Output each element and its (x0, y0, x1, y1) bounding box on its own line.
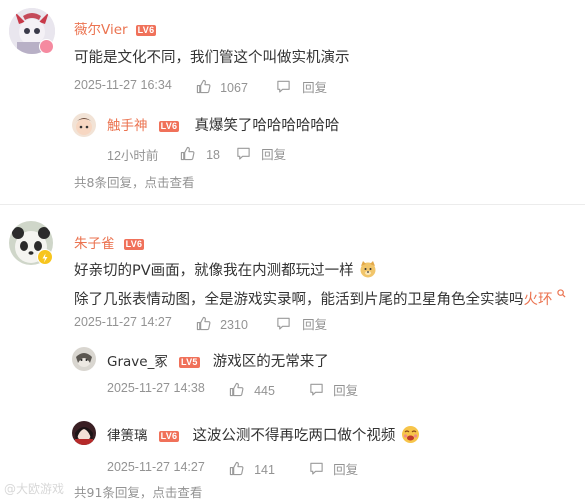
username[interactable]: 薇尔Vier (74, 22, 128, 38)
like-count: 1067 (220, 81, 248, 95)
comment-text-line: 除了几张表情动图，全是游戏实录啊，能活到片尾的卫星角色全实装吗 (74, 292, 524, 308)
doge-emoji-icon (359, 260, 377, 278)
avatar-image (72, 113, 96, 137)
level-badge: LV6 (158, 431, 180, 442)
reply-button[interactable]: 回复 (276, 77, 327, 96)
avatar-image (72, 421, 96, 445)
avatar[interactable] (72, 113, 96, 137)
thumbs-up-icon (229, 461, 244, 476)
thumbs-up-icon (196, 316, 211, 331)
comment-item: 朱子雀 LV6 好亲切的PV画面，就像我在内测都玩过一样 除了几张表情动图，全是… (0, 205, 585, 502)
reply-button[interactable]: 回复 (309, 459, 358, 478)
watermark-text: @大欧游戏 (4, 482, 65, 496)
reply-item: Grave_冢 LV5 游戏区的无常来了 2025-11-27 14:38 44… (72, 344, 572, 404)
avatar-image (72, 347, 96, 371)
reply-button[interactable]: 回复 (309, 380, 358, 399)
avatar[interactable] (72, 347, 96, 371)
username[interactable]: 朱子雀 (74, 236, 115, 252)
reply-text: 这波公测不得再吃两口做个视频 (192, 428, 396, 444)
level-badge: LV6 (135, 25, 157, 36)
reply-header: Grave_冢 LV5 游戏区的无常来了 (107, 350, 329, 373)
topic-link[interactable]: 火环 (524, 292, 553, 308)
like-count: 2310 (220, 318, 248, 332)
timestamp: 12小时前 (107, 149, 159, 163)
level-badge: LV5 (178, 357, 200, 368)
comment-header: 朱子雀 LV6 (74, 232, 145, 252)
like-count: 18 (206, 148, 220, 162)
emoji-icon (401, 425, 420, 444)
like-button[interactable]: 445 (229, 380, 275, 399)
timestamp: 2025-11-27 14:38 (107, 381, 205, 395)
username[interactable]: 律箦璃 (107, 428, 148, 444)
reply-text: 真爆笑了哈哈哈哈哈哈 (194, 118, 340, 134)
level-badge: LV6 (123, 239, 145, 250)
thumbs-up-icon (229, 382, 244, 397)
comment-item: 薇尔Vier LV6 可能是文化不同，我们管这个叫做实机演示 2025-11-2… (0, 0, 585, 205)
username[interactable]: 触手神 (107, 118, 148, 134)
comment-text: 可能是文化不同，我们管这个叫做实机演示 (74, 50, 350, 66)
thumbs-up-icon (180, 146, 195, 161)
view-more-replies[interactable]: 共91条回复，点击查看 (74, 482, 202, 501)
reply-header: 触手神 LV6 真爆笑了哈哈哈哈哈哈 (107, 114, 339, 137)
verified-badge-icon (37, 249, 53, 265)
thumbs-up-icon (196, 79, 211, 94)
avatar[interactable] (72, 421, 96, 445)
reply-button[interactable]: 回复 (276, 314, 327, 333)
comment-header: 薇尔Vier LV6 (74, 18, 157, 38)
comment-text: 除了几张表情动图，全是游戏实录啊，能活到片尾的卫星角色全实装吗火环 (74, 283, 566, 311)
timestamp: 2025-11-27 14:27 (107, 460, 205, 474)
like-button[interactable]: 2310 (196, 314, 248, 333)
like-button[interactable]: 141 (229, 459, 275, 478)
reply-button[interactable]: 回复 (236, 144, 286, 163)
reply-icon (277, 80, 290, 93)
like-count: 445 (254, 384, 275, 398)
reply-text: 游戏区的无常来了 (212, 354, 329, 370)
timestamp: 2025-11-27 16:34 (74, 78, 172, 92)
reply-item: 触手神 LV6 真爆笑了哈哈哈哈哈哈 12小时前 18 回复 (72, 108, 572, 168)
reply-icon (310, 462, 323, 475)
avatar-badge (39, 39, 54, 54)
reply-label: 回复 (302, 80, 328, 95)
reply-label: 回复 (261, 147, 287, 162)
reply-label: 回复 (302, 317, 328, 332)
username[interactable]: Grave_冢 (107, 354, 168, 370)
level-badge: LV6 (158, 121, 180, 132)
view-more-replies[interactable]: 共8条回复，点击查看 (74, 172, 194, 191)
comment-text-line: 好亲切的PV画面，就像我在内测都玩过一样 (74, 263, 354, 279)
timestamp: 2025-11-27 14:27 (74, 315, 172, 329)
like-count: 141 (254, 463, 275, 477)
reply-label: 回复 (333, 383, 359, 398)
reply-item: 律箦璃 LV6 这波公测不得再吃两口做个视频 2025-11-27 14:27 … (72, 418, 572, 478)
like-button[interactable]: 18 (180, 144, 220, 163)
reply-icon (310, 383, 323, 396)
reply-icon (237, 147, 250, 160)
reply-label: 回复 (333, 462, 359, 477)
comment-text: 好亲切的PV画面，就像我在内测都玩过一样 (74, 260, 377, 282)
search-icon (557, 283, 566, 298)
reply-header: 律箦璃 LV6 这波公测不得再吃两口做个视频 (107, 424, 420, 447)
watermark: @大欧游戏 (4, 478, 64, 497)
reply-icon (277, 317, 290, 330)
like-button[interactable]: 1067 (196, 77, 248, 95)
